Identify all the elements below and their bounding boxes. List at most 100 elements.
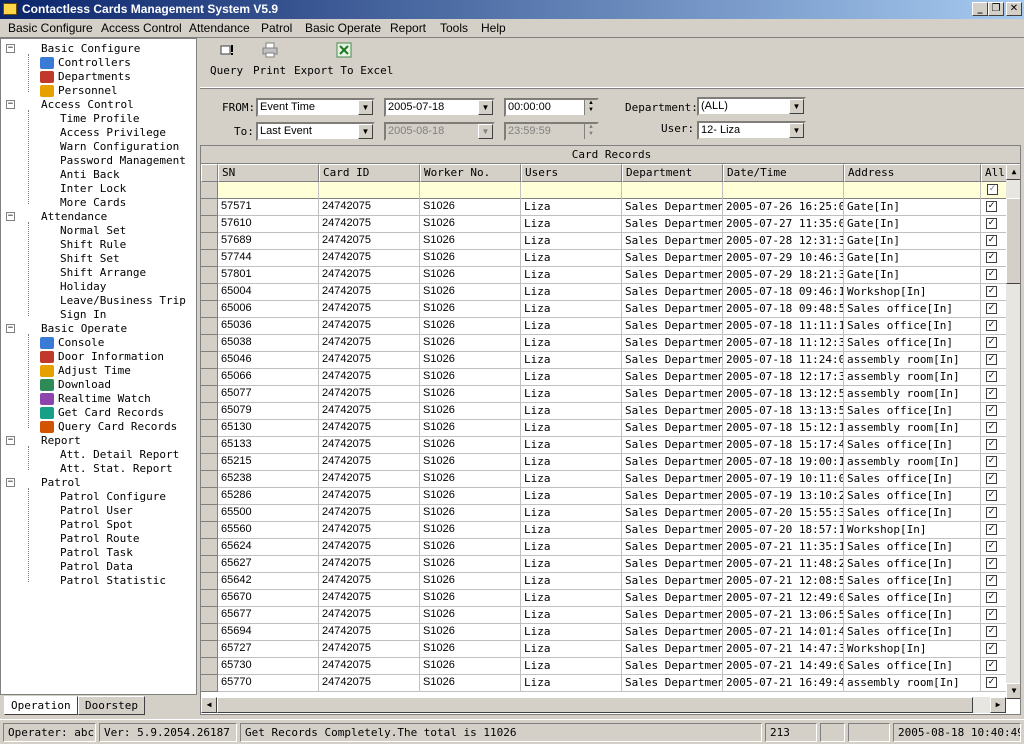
checkbox-icon[interactable]: ✓ <box>986 422 997 433</box>
checkbox-icon[interactable]: ✓ <box>986 524 997 535</box>
checkbox-icon[interactable]: ✓ <box>986 541 997 552</box>
checkbox-icon[interactable]: ✓ <box>986 558 997 569</box>
row-indicator[interactable] <box>201 590 218 607</box>
table-row[interactable]: 65624 24742075 S1026 Liza Sales Departmen 200… <box>201 539 1006 556</box>
checkbox-icon[interactable]: ✓ <box>986 354 997 365</box>
table-row[interactable]: 65077 24742075 S1026 Liza Sales Departmen 200… <box>201 386 1006 403</box>
export-excel-button[interactable]: Export To Excel <box>294 42 393 77</box>
scroll-down-icon[interactable]: ▼ <box>1006 683 1020 699</box>
checkbox-icon[interactable]: ✓ <box>986 235 997 246</box>
table-row[interactable]: 65730 24742075 S1026 Liza Sales Departmen 200… <box>201 658 1006 675</box>
tree-group[interactable]: Access Control <box>41 98 134 112</box>
tab-doorstep[interactable]: Doorstep <box>78 696 145 715</box>
tree-item[interactable]: Time Profile <box>60 112 139 126</box>
row-indicator[interactable] <box>201 403 218 420</box>
row-indicator[interactable] <box>201 556 218 573</box>
row-indicator[interactable] <box>201 250 218 267</box>
checkbox-icon[interactable]: ✓ <box>986 575 997 586</box>
column-header[interactable]: Users <box>521 164 622 182</box>
table-row[interactable]: 65004 24742075 S1026 Liza Sales Departmen 200… <box>201 284 1006 301</box>
row-indicator[interactable] <box>201 675 218 692</box>
checkbox-icon[interactable]: ✓ <box>986 592 997 603</box>
table-row[interactable]: 65642 24742075 S1026 Liza Sales Departmen 200… <box>201 573 1006 590</box>
row-indicator[interactable] <box>201 573 218 590</box>
checkbox-icon[interactable]: ✓ <box>986 626 997 637</box>
tree-item[interactable]: Sign In <box>60 308 106 322</box>
menu-patrol[interactable]: Patrol <box>261 21 292 35</box>
checkbox-icon[interactable]: ✓ <box>986 643 997 654</box>
to-type-select[interactable]: Last Event ▼ <box>256 122 375 141</box>
tree-item[interactable]: Anti Back <box>60 168 120 182</box>
row-indicator[interactable] <box>201 437 218 454</box>
tree-item[interactable]: Att. Stat. Report <box>60 462 173 476</box>
table-row[interactable]: 57571 24742075 S1026 Liza Sales Departmen 200… <box>201 199 1006 216</box>
tree-item[interactable]: Shift Rule <box>60 238 126 252</box>
maximize-button[interactable]: ❐ <box>988 2 1004 16</box>
row-indicator[interactable] <box>201 386 218 403</box>
row-indicator[interactable] <box>201 539 218 556</box>
tree-item[interactable]: Controllers <box>40 56 131 70</box>
table-row[interactable]: 65500 24742075 S1026 Liza Sales Departmen 200… <box>201 505 1006 522</box>
filter-cell[interactable] <box>319 182 420 199</box>
checkbox-icon[interactable]: ✓ <box>986 456 997 467</box>
table-row[interactable]: 65215 24742075 S1026 Liza Sales Departmen 200… <box>201 454 1006 471</box>
filter-cell[interactable] <box>420 182 521 199</box>
column-header[interactable]: SN <box>218 164 319 182</box>
column-header[interactable]: Address <box>844 164 981 182</box>
tree-item[interactable]: Query Card Records <box>40 420 177 434</box>
table-row[interactable]: 65079 24742075 S1026 Liza Sales Departmen 200… <box>201 403 1006 420</box>
checkbox-icon[interactable]: ✓ <box>986 439 997 450</box>
filter-cell[interactable] <box>521 182 622 199</box>
row-indicator[interactable] <box>201 352 218 369</box>
user-select[interactable]: 12- Liza ▼ <box>697 121 806 140</box>
table-row[interactable]: 57689 24742075 S1026 Liza Sales Departmen 200… <box>201 233 1006 250</box>
scroll-right-icon[interactable]: ▶ <box>990 697 1006 713</box>
table-row[interactable]: 65286 24742075 S1026 Liza Sales Departmen 200… <box>201 488 1006 505</box>
checkbox-icon[interactable]: ✓ <box>986 303 997 314</box>
row-indicator[interactable] <box>201 267 218 284</box>
from-type-select[interactable]: Event Time ▼ <box>256 98 375 117</box>
column-header[interactable]: Card ID <box>319 164 420 182</box>
query-button[interactable]: Query <box>210 42 243 77</box>
tree-item[interactable]: Patrol Statistic <box>60 574 166 588</box>
tree-item[interactable]: Door Information <box>40 350 164 364</box>
tree-item[interactable]: Realtime Watch <box>40 392 151 406</box>
table-row[interactable]: 65038 24742075 S1026 Liza Sales Departmen 200… <box>201 335 1006 352</box>
row-indicator[interactable] <box>201 369 218 386</box>
grid-filter-row[interactable]: ✓ <box>201 182 1020 199</box>
column-header[interactable]: Date/Time <box>723 164 844 182</box>
row-indicator[interactable] <box>201 284 218 301</box>
filter-cell[interactable] <box>218 182 319 199</box>
menu-access-control[interactable]: Access Control <box>101 21 182 35</box>
tree-item[interactable]: Access Privilege <box>60 126 166 140</box>
row-indicator[interactable] <box>201 641 218 658</box>
tree-item[interactable]: Warn Configuration <box>60 140 179 154</box>
horizontal-scrollbar[interactable]: ◀ ▶ <box>201 697 1006 713</box>
row-indicator[interactable] <box>201 199 218 216</box>
tree-expander-icon[interactable]: − <box>6 212 15 221</box>
checkbox-icon[interactable]: ✓ <box>986 490 997 501</box>
table-row[interactable]: 65770 24742075 S1026 Liza Sales Departmen 200… <box>201 675 1006 692</box>
tree-expander-icon[interactable]: − <box>6 324 15 333</box>
print-button[interactable]: Print <box>253 42 286 77</box>
table-row[interactable]: 57744 24742075 S1026 Liza Sales Departmen 200… <box>201 250 1006 267</box>
row-indicator[interactable] <box>201 335 218 352</box>
tree-item[interactable]: Personnel <box>40 84 118 98</box>
table-row[interactable]: 65238 24742075 S1026 Liza Sales Departmen 200… <box>201 471 1006 488</box>
row-indicator[interactable] <box>201 522 218 539</box>
checkbox-icon[interactable]: ✓ <box>986 201 997 212</box>
checkbox-icon[interactable]: ✓ <box>986 337 997 348</box>
tree-expander-icon[interactable]: − <box>6 100 15 109</box>
menu-attendance[interactable]: Attendance <box>189 21 250 35</box>
chevron-down-icon[interactable]: ▼ <box>358 124 373 139</box>
row-indicator[interactable] <box>201 301 218 318</box>
row-indicator[interactable] <box>201 216 218 233</box>
tree-group[interactable]: Basic Configure <box>41 42 140 56</box>
menu-tools[interactable]: Tools <box>440 21 468 35</box>
checkbox-icon[interactable]: ✓ <box>986 507 997 518</box>
checkbox-icon[interactable]: ✓ <box>986 371 997 382</box>
table-row[interactable]: 65036 24742075 S1026 Liza Sales Departmen 200… <box>201 318 1006 335</box>
column-header[interactable]: Department <box>622 164 723 182</box>
tree-item[interactable]: Get Card Records <box>40 406 164 420</box>
row-indicator[interactable] <box>201 488 218 505</box>
